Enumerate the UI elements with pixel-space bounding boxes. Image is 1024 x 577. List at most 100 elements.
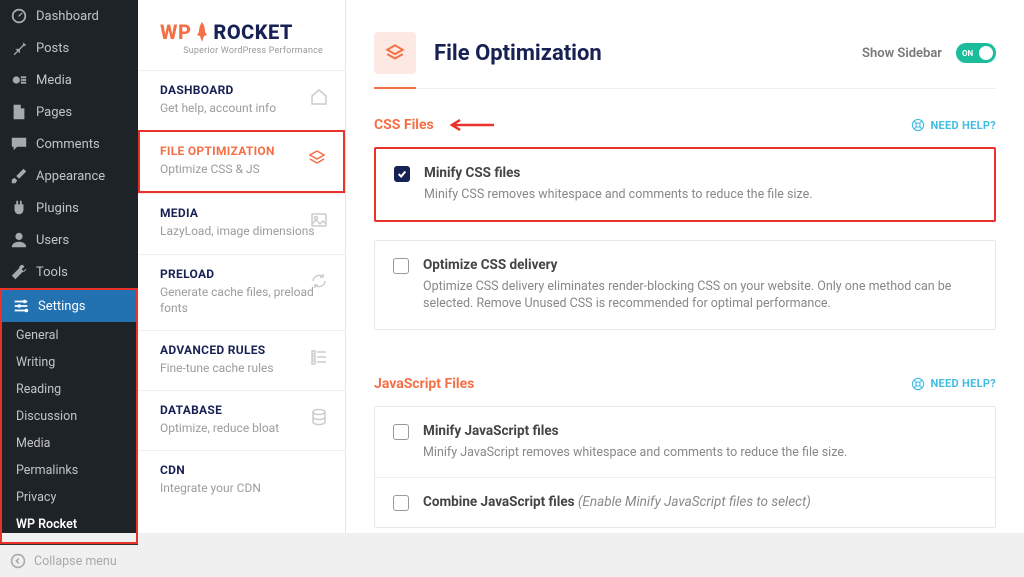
sidebar-label: Plugins (36, 201, 79, 216)
section-title-text: JavaScript Files (374, 376, 474, 392)
show-sidebar-label: Show Sidebar (862, 46, 942, 61)
sidebar-item-pages[interactable]: Pages (0, 96, 138, 128)
collapse-menu[interactable]: Collapse menu (0, 544, 138, 577)
option-title: Minify JavaScript files (423, 423, 977, 439)
sidebar-label: Settings (38, 299, 85, 314)
option-desc: Optimize CSS delivery eliminates render-… (423, 278, 977, 313)
sidebar-label: Dashboard (36, 9, 99, 24)
rocket-nav-preload[interactable]: PRELOAD Generate cache files, preload fo… (138, 254, 345, 330)
checkbox-combine-js[interactable] (393, 495, 409, 511)
sidebar-item-plugins[interactable]: Plugins (0, 192, 138, 224)
rn-title: MEDIA (160, 206, 323, 220)
lifebuoy-icon (911, 118, 925, 132)
rn-desc: LazyLoad, image dimensions (160, 223, 323, 239)
sub-general[interactable]: General (2, 322, 136, 349)
sidebar-label: Appearance (36, 169, 105, 184)
chevron-left-circle-icon (10, 553, 26, 569)
logo-rocket: ROCKET (213, 20, 293, 44)
sidebar-label: Users (36, 233, 69, 248)
user-icon (10, 231, 28, 249)
option-optimize-css-group: Optimize CSS delivery Optimize CSS deliv… (374, 240, 996, 330)
collapse-label: Collapse menu (34, 554, 117, 569)
rn-title: ADVANCED RULES (160, 343, 323, 357)
comment-icon (10, 135, 28, 153)
show-sidebar-toggle[interactable]: ON (956, 43, 996, 63)
option-optimize-css[interactable]: Optimize CSS delivery Optimize CSS deliv… (375, 241, 995, 329)
rocket-nav: WP ROCKET Superior WordPress Performance… (138, 0, 346, 533)
option-title: Minify CSS files (424, 165, 976, 181)
layers-icon (374, 32, 416, 74)
rn-desc: Fine-tune cache rules (160, 360, 323, 376)
rocket-nav-media[interactable]: MEDIA LazyLoad, image dimensions (138, 193, 345, 253)
option-desc: Minify JavaScript removes whitespace and… (423, 444, 977, 462)
sub-reading[interactable]: Reading (2, 376, 136, 403)
rocket-nav-database[interactable]: DATABASE Optimize, reduce bloat (138, 390, 345, 450)
option-title-text: Combine JavaScript files (423, 494, 575, 510)
sub-wp-rocket[interactable]: WP Rocket (2, 511, 136, 538)
sidebar-item-posts[interactable]: Posts (0, 32, 138, 64)
need-help-link[interactable]: NEED HELP? (911, 118, 997, 132)
sub-writing[interactable]: Writing (2, 349, 136, 376)
sub-permalinks[interactable]: Permalinks (2, 457, 136, 484)
rocket-nav-cdn[interactable]: CDN Integrate your CDN (138, 450, 345, 510)
checkbox-optimize-css[interactable] (393, 258, 409, 274)
header-underline (374, 87, 416, 89)
option-desc: Minify CSS removes whitespace and commen… (424, 186, 976, 204)
sidebar-item-settings[interactable]: Settings (2, 290, 136, 322)
brush-icon (10, 167, 28, 185)
rn-title: CDN (160, 463, 323, 477)
sliders-icon (12, 297, 30, 315)
sidebar-item-media[interactable]: Media (0, 64, 138, 96)
wrench-icon (10, 263, 28, 281)
rocket-nav-file-optimization[interactable]: FILE OPTIMIZATION Optimize CSS & JS (138, 130, 345, 193)
sub-privacy[interactable]: Privacy (2, 484, 136, 511)
lifebuoy-icon (911, 377, 925, 391)
rocket-nav-advanced-rules[interactable]: ADVANCED RULES Fine-tune cache rules (138, 330, 345, 390)
sidebar-item-comments[interactable]: Comments (0, 128, 138, 160)
option-minify-js[interactable]: Minify JavaScript files Minify JavaScrip… (375, 407, 995, 478)
logo-tagline: Superior WordPress Performance (160, 46, 323, 56)
checkbox-minify-css[interactable] (394, 166, 410, 182)
sidebar-label: Pages (36, 105, 72, 120)
rn-title: DASHBOARD (160, 83, 323, 97)
rn-desc: Integrate your CDN (160, 480, 323, 496)
page-title: File Optimization (434, 41, 602, 66)
wp-admin-sidebar: Dashboard Posts Media Pages Comments App… (0, 0, 138, 533)
sidebar-item-appearance[interactable]: Appearance (0, 160, 138, 192)
sidebar-label: Media (36, 73, 72, 88)
sidebar-label: Comments (36, 137, 100, 152)
rn-title: DATABASE (160, 403, 323, 417)
database-icon (309, 407, 329, 427)
media-icon (10, 71, 28, 89)
option-minify-css[interactable]: Minify CSS files Minify CSS removes whit… (376, 149, 994, 220)
option-title: Optimize CSS delivery (423, 257, 977, 273)
arrow-annotation-icon (448, 118, 494, 132)
option-js-group: Minify JavaScript files Minify JavaScrip… (374, 406, 996, 529)
checkbox-minify-js[interactable] (393, 424, 409, 440)
rocket-icon (195, 22, 209, 42)
toggle-knob (979, 46, 993, 60)
rocket-nav-dashboard[interactable]: DASHBOARD Get help, account info (138, 70, 345, 130)
rn-title: FILE OPTIMIZATION (160, 144, 321, 158)
need-help-label: NEED HELP? (931, 119, 997, 132)
pin-icon (10, 39, 28, 57)
home-icon (309, 87, 329, 107)
list-icon (309, 347, 329, 367)
section-header-js: JavaScript Files NEED HELP? (374, 376, 996, 392)
settings-subgroup-highlight: Settings General Writing Reading Discuss… (0, 288, 138, 544)
check-icon (397, 169, 407, 179)
sidebar-item-dashboard[interactable]: Dashboard (0, 0, 138, 32)
rn-desc: Get help, account info (160, 100, 323, 116)
sidebar-item-users[interactable]: Users (0, 224, 138, 256)
refresh-icon (309, 271, 329, 291)
layers-icon (307, 148, 327, 168)
sidebar-label: Posts (36, 41, 69, 56)
page-icon (10, 103, 28, 121)
sub-media[interactable]: Media (2, 430, 136, 457)
option-combine-js[interactable]: Combine JavaScript files (Enable Minify … (375, 477, 995, 527)
need-help-link[interactable]: NEED HELP? (911, 377, 997, 391)
sub-discussion[interactable]: Discussion (2, 403, 136, 430)
sidebar-label: Tools (36, 265, 68, 280)
main-panel: File Optimization Show Sidebar ON CSS Fi… (346, 0, 1024, 533)
sidebar-item-tools[interactable]: Tools (0, 256, 138, 288)
